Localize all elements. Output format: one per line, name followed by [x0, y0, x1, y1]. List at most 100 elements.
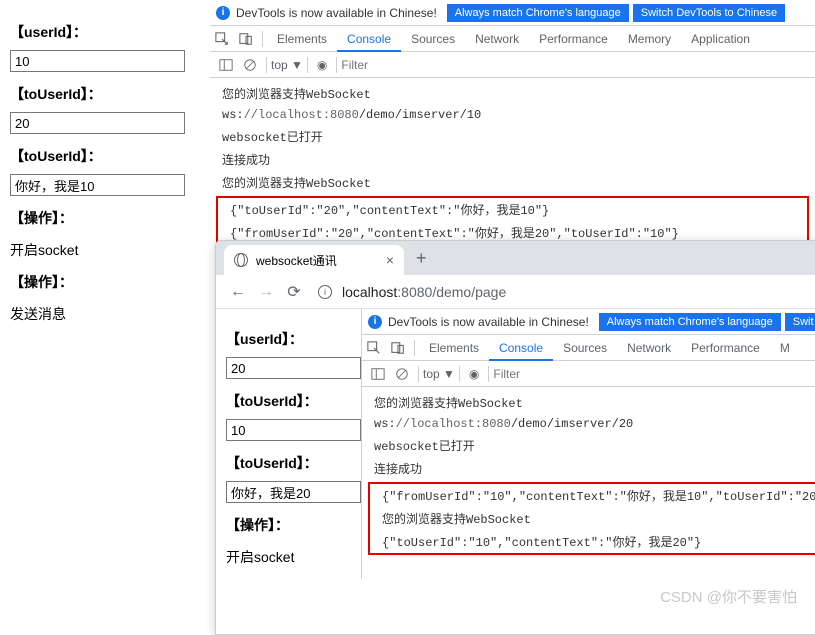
- tab-application[interactable]: Application: [681, 26, 760, 52]
- touserid-label: 【toUserId】：: [226, 391, 361, 411]
- url-port: :8080: [397, 284, 432, 300]
- open-socket-button[interactable]: 开启socket: [10, 240, 200, 260]
- devtools-info-bar: i DevTools is now available in Chinese! …: [362, 309, 815, 335]
- sidebar-toggle-icon[interactable]: [219, 57, 233, 72]
- context-selector[interactable]: top ▼: [423, 367, 455, 381]
- context-selector[interactable]: top ▼: [271, 58, 303, 72]
- info-icon: i: [216, 6, 230, 20]
- content-input[interactable]: [226, 481, 361, 503]
- tab-performance[interactable]: Performance: [681, 335, 770, 361]
- browser-tabstrip: websocket通讯 × +: [216, 241, 815, 275]
- browser-window-2: websocket通讯 × + ← → ⟳ i localhost:8080/d…: [215, 240, 815, 635]
- devtools-tabs: Elements Console Sources Network Perform…: [362, 335, 815, 361]
- devtools-info-msg: DevTools is now available in Chinese!: [388, 315, 589, 329]
- address-bar: ← → ⟳ i localhost:8080/demo/page: [216, 275, 815, 309]
- console-line: 您的浏览器支持WebSocket: [370, 507, 815, 530]
- console-toolbar: top ▼ ◉: [362, 361, 815, 387]
- clear-console-icon[interactable]: [243, 57, 257, 72]
- forward-icon: →: [256, 283, 276, 301]
- console-line: {"toUserId":"20","contentText":"你好，我是10"…: [218, 198, 807, 221]
- close-tab-icon[interactable]: ×: [386, 252, 394, 268]
- touserid-input[interactable]: [10, 112, 185, 134]
- console-line: ws://localhost:8080/demo/imserver/20: [362, 414, 815, 434]
- userid-input[interactable]: [226, 357, 361, 379]
- match-language-button[interactable]: Always match Chrome's language: [599, 313, 781, 331]
- console-line: {"fromUserId":"10","contentText":"你好，我是1…: [370, 484, 815, 507]
- match-language-button[interactable]: Always match Chrome's language: [447, 4, 629, 22]
- console-toolbar: top ▼ ◉: [210, 52, 815, 78]
- tab-sources[interactable]: Sources: [401, 26, 465, 52]
- op1-label: 【操作】：: [226, 515, 361, 535]
- tab-console[interactable]: Console: [489, 335, 553, 361]
- device-icon[interactable]: [238, 31, 254, 46]
- inspect-icon[interactable]: [214, 31, 230, 46]
- eye-icon[interactable]: ◉: [469, 367, 479, 381]
- tab-console[interactable]: Console: [337, 26, 401, 52]
- site-info-icon[interactable]: i: [318, 285, 332, 299]
- form-user10: 【userId】： 【toUserId】： 【toUserId】： 【操作】： …: [10, 10, 200, 336]
- form-user20: 【userId】： 【toUserId】： 【toUserId】： 【操作】： …: [216, 309, 361, 579]
- content-label: 【toUserId】：: [226, 453, 361, 473]
- devtools-tabs: Elements Console Sources Network Perform…: [210, 26, 815, 52]
- tab-m[interactable]: M: [770, 335, 800, 361]
- watermark: CSDN @你不要害怕: [660, 586, 797, 607]
- tab-performance[interactable]: Performance: [529, 26, 618, 52]
- send-message-button[interactable]: 发送消息: [10, 304, 200, 324]
- divider: [488, 366, 489, 382]
- eye-icon[interactable]: ◉: [317, 58, 327, 72]
- highlighted-messages: {"fromUserId":"10","contentText":"你好，我是1…: [368, 482, 815, 555]
- info-icon: i: [368, 315, 382, 329]
- tab-title: websocket通讯: [256, 252, 337, 269]
- switch-language-button[interactable]: Switch DevTools to Chinese: [633, 4, 785, 22]
- device-icon[interactable]: [390, 340, 406, 355]
- divider: [418, 366, 419, 382]
- userid-input[interactable]: [10, 50, 185, 72]
- back-icon[interactable]: ←: [228, 283, 248, 301]
- divider: [336, 57, 337, 73]
- console-line: ws://localhost:8080/demo/imserver/10: [210, 105, 815, 125]
- clear-console-icon[interactable]: [395, 366, 409, 381]
- window2-body: 【userId】： 【toUserId】： 【toUserId】： 【操作】： …: [216, 309, 815, 579]
- inspect-icon[interactable]: [366, 340, 382, 355]
- tab-elements[interactable]: Elements: [267, 26, 337, 52]
- content-label: 【toUserId】：: [10, 146, 200, 166]
- content-input[interactable]: [10, 174, 185, 196]
- op1-label: 【操作】：: [10, 208, 200, 228]
- tab-sources[interactable]: Sources: [553, 335, 617, 361]
- switch-language-button[interactable]: Swit: [785, 313, 815, 331]
- userid-label: 【userId】：: [10, 22, 200, 42]
- console-line: 您的浏览器支持WebSocket: [362, 391, 815, 414]
- console-line: {"toUserId":"10","contentText":"你好，我是20"…: [370, 530, 815, 553]
- devtools-info-bar: i DevTools is now available in Chinese! …: [210, 0, 815, 26]
- tab-network[interactable]: Network: [617, 335, 681, 361]
- ws-link[interactable]: //localhost:8080: [396, 417, 511, 431]
- url-host: localhost: [342, 284, 397, 300]
- console-line: 连接成功: [362, 457, 815, 480]
- tab-elements[interactable]: Elements: [419, 335, 489, 361]
- new-tab-button[interactable]: +: [416, 248, 427, 269]
- sidebar-toggle-icon[interactable]: [371, 366, 385, 381]
- reload-icon[interactable]: ⟳: [284, 282, 304, 302]
- userid-label: 【userId】：: [226, 329, 361, 349]
- highlighted-messages: {"toUserId":"20","contentText":"你好，我是10"…: [216, 196, 809, 246]
- console-line: websocket已打开: [210, 125, 815, 148]
- touserid-label: 【toUserId】：: [10, 84, 200, 104]
- devtools-panel-top: i DevTools is now available in Chinese! …: [210, 0, 815, 270]
- console-line: websocket已打开: [362, 434, 815, 457]
- tab-network[interactable]: Network: [465, 26, 529, 52]
- globe-icon: [234, 253, 248, 267]
- devtools-info-msg: DevTools is now available in Chinese!: [236, 6, 437, 20]
- browser-tab[interactable]: websocket通讯 ×: [224, 245, 404, 275]
- url-path: /demo/page: [432, 284, 506, 300]
- console-filter-input[interactable]: [493, 367, 553, 381]
- console-filter-input[interactable]: [341, 58, 401, 72]
- touserid-input[interactable]: [226, 419, 361, 441]
- console-line: 您的浏览器支持WebSocket: [210, 171, 815, 194]
- console-output: 您的浏览器支持WebSocket ws://localhost:8080/dem…: [362, 387, 815, 561]
- devtools-panel-window2: i DevTools is now available in Chinese! …: [361, 309, 815, 579]
- url-display[interactable]: i localhost:8080/demo/page: [318, 284, 815, 300]
- open-socket-button[interactable]: 开启socket: [226, 547, 361, 567]
- tab-memory[interactable]: Memory: [618, 26, 681, 52]
- ws-link[interactable]: //localhost:8080: [244, 108, 359, 122]
- op2-label: 【操作】：: [10, 272, 200, 292]
